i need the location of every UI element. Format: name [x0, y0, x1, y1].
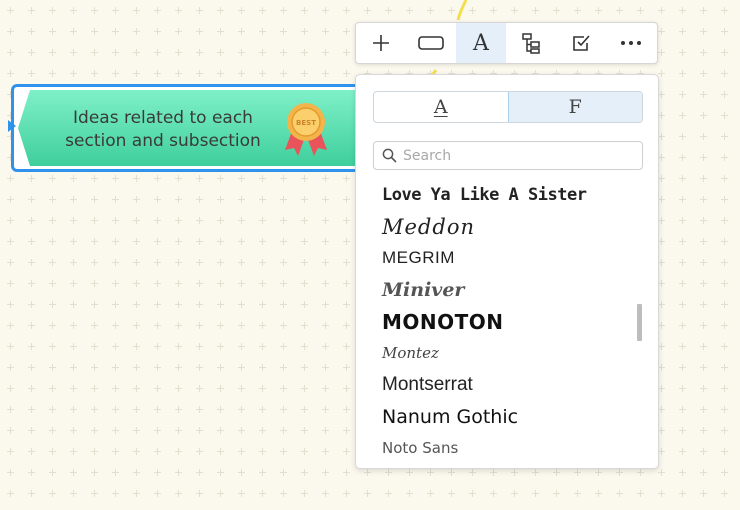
task-button[interactable] — [556, 23, 606, 63]
font-search-box[interactable] — [373, 141, 643, 170]
font-option-montserrat[interactable]: Montserrat — [382, 369, 632, 401]
font-option-megrim[interactable]: Megrim — [382, 242, 632, 274]
checkbox-icon — [573, 35, 590, 51]
plus-icon — [373, 35, 389, 51]
font-family-tab[interactable]: F — [507, 92, 642, 122]
font-option-miniver[interactable]: Miniver — [382, 274, 632, 306]
shape-rectangle-icon — [418, 36, 444, 50]
text-format-button[interactable]: A — [456, 23, 506, 63]
add-child-button[interactable] — [356, 23, 406, 63]
font-list-scrollbar[interactable] — [637, 304, 642, 341]
node-text-line1: Ideas related to each — [73, 108, 253, 128]
node-text: Ideas related to each section and subsec… — [48, 107, 278, 153]
font-list[interactable]: Love Ya Like A Sister Meddon Megrim Mini… — [382, 179, 632, 464]
node-left-handle[interactable] — [8, 120, 18, 132]
more-icon — [621, 41, 641, 45]
badge-text: BEST — [296, 119, 316, 127]
font-search-input[interactable] — [403, 143, 642, 168]
ribbon-medal-icon: BEST — [285, 103, 327, 156]
font-picker-panel: A F Love Ya Like A Sister Meddon Megrim … — [355, 74, 659, 469]
font-option-love-ya-like-a-sister[interactable]: Love Ya Like A Sister — [382, 179, 632, 211]
text-style-tab[interactable]: A — [374, 92, 508, 122]
node-toolbar: A — [355, 22, 658, 64]
tree-structure-icon — [522, 33, 540, 54]
search-icon — [382, 148, 397, 163]
shape-button[interactable] — [406, 23, 456, 63]
structure-button[interactable] — [506, 23, 556, 63]
font-option-nanum-gothic[interactable]: Nanum Gothic — [382, 401, 632, 433]
font-option-montez[interactable]: Montez — [382, 337, 632, 369]
font-type-segmented-control: A F — [373, 91, 643, 123]
mindmap-node-selected[interactable]: Ideas related to each section and subsec… — [8, 84, 371, 172]
node-text-line2: section and subsection — [65, 131, 261, 151]
more-button[interactable] — [606, 23, 656, 63]
font-option-noto-sans[interactable]: Noto Sans — [382, 433, 632, 465]
font-option-monoton[interactable]: Monoton — [382, 306, 632, 338]
font-option-meddon[interactable]: Meddon — [382, 211, 632, 243]
text-font-icon: A — [473, 30, 489, 56]
